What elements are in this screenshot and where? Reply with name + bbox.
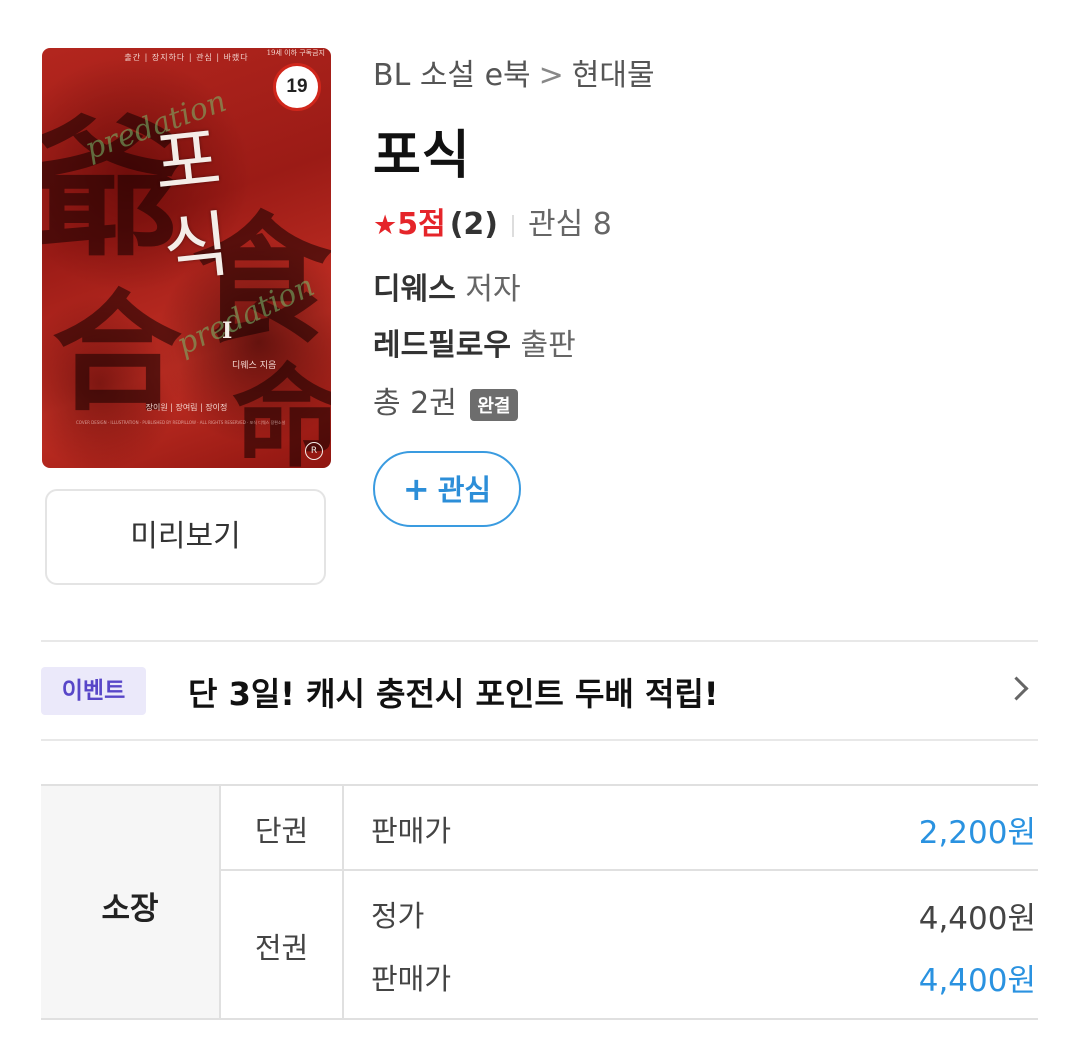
add-interest-label: 관심 [437, 473, 492, 507]
author-row: 디웨스 저자 [373, 264, 521, 308]
cover-author: 디웨스 지음 [232, 361, 277, 371]
cover-volume: I [222, 318, 233, 344]
full-sale-price: 4,400원 [918, 963, 1036, 999]
event-banner-text[interactable]: 단 3일! 캐시 충전시 포인트 두배 적립! [188, 669, 718, 715]
rating-row: ★5점 (2) 관심 8 [373, 199, 612, 243]
breadcrumb-category[interactable]: BL 소설 e북 [373, 58, 531, 93]
age-19-badge: 19 [273, 63, 321, 111]
divider [41, 640, 1038, 642]
cover-blurb: COVER DESIGN · ILLUSTRATION · PUBLISHED … [76, 420, 286, 425]
full-list-price: 4,400원 [918, 901, 1036, 937]
book-cover[interactable]: 爺 食 合 命 predation predation 출간 | 장지하다 | … [42, 48, 331, 468]
single-sale-price: 2,200원 [918, 815, 1036, 851]
full-list-price-label: 정가 [371, 899, 425, 933]
publisher-row: 레드필로우 출판 [373, 320, 576, 364]
chevron-right-icon[interactable] [1004, 676, 1029, 701]
publisher-logo-icon: R [305, 442, 323, 460]
volume-count: 총 2권 [373, 386, 457, 421]
volume-count-row: 총 2권 완결 [373, 378, 518, 422]
star-icon: ★ [373, 210, 398, 241]
single-sale-label: 판매가 [371, 814, 452, 848]
cover-credits: 장이원 | 장여림 | 장이정 [145, 403, 228, 412]
divider [512, 214, 514, 237]
cover-corner-text: 19세 이하 구독금지 [266, 49, 325, 57]
author-role: 저자 [465, 272, 521, 307]
plus-icon: + [402, 470, 430, 508]
table-divider [221, 869, 1038, 871]
divider [41, 739, 1038, 741]
author-name[interactable]: 디웨스 [373, 272, 456, 307]
full-set-label: 전권 [254, 931, 309, 965]
cover-title: 포식 [150, 116, 234, 292]
table-divider [342, 786, 344, 1018]
rating-score: 5점 [397, 207, 446, 242]
interest-count: 8 [592, 207, 612, 242]
full-sale-label: 판매가 [371, 962, 452, 996]
review-count[interactable]: (2) [450, 207, 498, 242]
ownership-label: 소장 [101, 891, 159, 927]
interest-label: 관심 [528, 207, 584, 242]
add-interest-button[interactable]: + 관심 [373, 451, 521, 527]
status-badge: 완결 [470, 388, 518, 421]
table-border [41, 1018, 1038, 1020]
publisher-role: 출판 [520, 328, 576, 363]
table-border [41, 784, 1038, 786]
publisher-name[interactable]: 레드필로우 [373, 328, 511, 363]
single-volume-label: 단권 [254, 814, 309, 848]
chevron-right-icon: > [538, 58, 564, 93]
preview-button[interactable]: 미리보기 [45, 489, 326, 585]
breadcrumb: BL 소설 e북 > 현대물 [373, 50, 655, 94]
breadcrumb-subcategory[interactable]: 현대물 [572, 58, 655, 93]
event-tag: 이벤트 [41, 667, 146, 715]
page-title: 포식 [373, 126, 471, 186]
